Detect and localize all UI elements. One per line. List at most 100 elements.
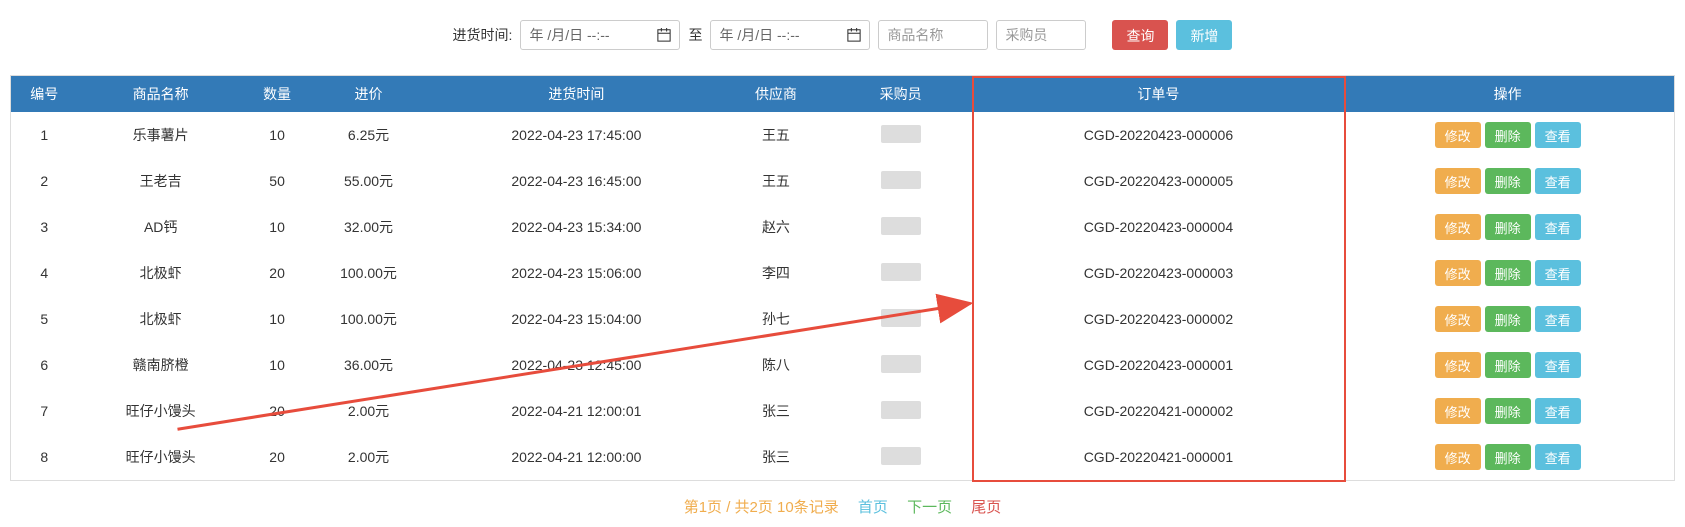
cell-product: 旺仔小馒头 — [78, 434, 244, 480]
delete-button[interactable]: 删除 — [1485, 260, 1531, 286]
th-price: 进价 — [310, 76, 426, 112]
cell-id: 7 — [11, 388, 78, 434]
cell-product: 赣南脐橙 — [78, 342, 244, 388]
cell-product: 北极虾 — [78, 296, 244, 342]
cell-op: 修改删除查看 — [1341, 388, 1674, 434]
buyer-input[interactable] — [996, 20, 1086, 50]
cell-id: 2 — [11, 158, 78, 204]
delete-button[interactable]: 删除 — [1485, 352, 1531, 378]
edit-button[interactable]: 修改 — [1435, 352, 1481, 378]
cell-id: 5 — [11, 296, 78, 342]
cell-time: 2022-04-23 15:04:00 — [427, 296, 726, 342]
cell-buyer — [826, 204, 976, 250]
filter-bar: 进货时间: 年 /月/日 --:-- 至 年 /月/日 --:-- 查询 新增 — [10, 10, 1675, 60]
cell-buyer — [826, 434, 976, 480]
edit-button[interactable]: 修改 — [1435, 214, 1481, 240]
table-row: 3AD钙1032.00元2022-04-23 15:34:00赵六 CGD-202… — [11, 204, 1674, 250]
view-button[interactable]: 查看 — [1535, 168, 1581, 194]
date-to-input[interactable]: 年 /月/日 --:-- — [710, 20, 870, 50]
pagination: 第1页 / 共2页 10条记录 首页 下一页 尾页 — [10, 496, 1675, 517]
edit-button[interactable]: 修改 — [1435, 168, 1481, 194]
cell-order: CGD-20220423-000005 — [975, 158, 1341, 204]
cell-supplier: 孙七 — [726, 296, 826, 342]
cell-order: CGD-20220423-000004 — [975, 204, 1341, 250]
edit-button[interactable]: 修改 — [1435, 260, 1481, 286]
calendar-icon — [847, 28, 861, 42]
cell-supplier: 王五 — [726, 112, 826, 158]
cell-price: 32.00元 — [310, 204, 426, 250]
date-from-input[interactable]: 年 /月/日 --:-- — [520, 20, 680, 50]
date-from-placeholder: 年 /月/日 --:-- — [529, 25, 609, 45]
cell-supplier: 李四 — [726, 250, 826, 296]
cell-order: CGD-20220423-000002 — [975, 296, 1341, 342]
blurred-buyer-value — [881, 401, 921, 419]
cell-qty: 10 — [244, 342, 311, 388]
cell-price: 100.00元 — [310, 250, 426, 296]
add-button[interactable]: 新增 — [1176, 20, 1232, 50]
cell-supplier: 赵六 — [726, 204, 826, 250]
cell-time: 2022-04-23 16:45:00 — [427, 158, 726, 204]
cell-op: 修改删除查看 — [1341, 158, 1674, 204]
cell-order: CGD-20220421-000001 — [975, 434, 1341, 480]
filter-to-label: 至 — [688, 25, 702, 45]
view-button[interactable]: 查看 — [1535, 260, 1581, 286]
calendar-icon — [657, 28, 671, 42]
th-supplier: 供应商 — [726, 76, 826, 112]
cell-price: 100.00元 — [310, 296, 426, 342]
search-button[interactable]: 查询 — [1112, 20, 1168, 50]
edit-button[interactable]: 修改 — [1435, 306, 1481, 332]
th-id: 编号 — [11, 76, 78, 112]
cell-order: CGD-20220421-000002 — [975, 388, 1341, 434]
blurred-buyer-value — [881, 355, 921, 373]
cell-order: CGD-20220423-000001 — [975, 342, 1341, 388]
cell-product: 乐事薯片 — [78, 112, 244, 158]
cell-price: 2.00元 — [310, 388, 426, 434]
cell-qty: 10 — [244, 112, 311, 158]
delete-button[interactable]: 删除 — [1485, 168, 1531, 194]
cell-product: 旺仔小馒头 — [78, 388, 244, 434]
cell-price: 6.25元 — [310, 112, 426, 158]
cell-id: 6 — [11, 342, 78, 388]
delete-button[interactable]: 删除 — [1485, 122, 1531, 148]
table-row: 5北极虾10100.00元2022-04-23 15:04:00孙七CGD-20… — [11, 296, 1674, 342]
view-button[interactable]: 查看 — [1535, 398, 1581, 424]
cell-buyer — [826, 250, 976, 296]
view-button[interactable]: 查看 — [1535, 444, 1581, 470]
delete-button[interactable]: 删除 — [1485, 444, 1531, 470]
cell-time: 2022-04-23 17:45:00 — [427, 112, 726, 158]
cell-time: 2022-04-21 12:00:00 — [427, 434, 726, 480]
cell-qty: 10 — [244, 204, 311, 250]
product-name-input[interactable] — [878, 20, 988, 50]
cell-supplier: 陈八 — [726, 342, 826, 388]
delete-button[interactable]: 删除 — [1485, 398, 1531, 424]
cell-qty: 20 — [244, 434, 311, 480]
cell-op: 修改删除查看 — [1341, 296, 1674, 342]
cell-buyer — [826, 388, 976, 434]
cell-supplier: 王五 — [726, 158, 826, 204]
cell-id: 3 — [11, 204, 78, 250]
th-buyer: 采购员 — [826, 76, 976, 112]
delete-button[interactable]: 删除 — [1485, 306, 1531, 332]
table-row: 1乐事薯片106.25元2022-04-23 17:45:00王五CGD-202… — [11, 112, 1674, 158]
cell-price: 2.00元 — [310, 434, 426, 480]
view-button[interactable]: 查看 — [1535, 352, 1581, 378]
cell-qty: 50 — [244, 158, 311, 204]
cell-time: 2022-04-23 15:34:00 — [427, 204, 726, 250]
blurred-buyer-value — [881, 263, 921, 281]
edit-button[interactable]: 修改 — [1435, 444, 1481, 470]
view-button[interactable]: 查看 — [1535, 214, 1581, 240]
cell-price: 36.00元 — [310, 342, 426, 388]
blurred-buyer-value — [881, 171, 921, 189]
edit-button[interactable]: 修改 — [1435, 398, 1481, 424]
view-button[interactable]: 查看 — [1535, 306, 1581, 332]
edit-button[interactable]: 修改 — [1435, 122, 1481, 148]
delete-button[interactable]: 删除 — [1485, 214, 1531, 240]
cell-buyer — [826, 158, 976, 204]
th-op: 操作 — [1341, 76, 1674, 112]
cell-product: AD钙 — [78, 204, 244, 250]
view-button[interactable]: 查看 — [1535, 122, 1581, 148]
cell-id: 8 — [11, 434, 78, 480]
cell-op: 修改删除查看 — [1341, 434, 1674, 480]
table-row: 8旺仔小馒头202.00元2022-04-21 12:00:00张三CGD-20… — [11, 434, 1674, 480]
blurred-buyer-value — [881, 309, 921, 327]
